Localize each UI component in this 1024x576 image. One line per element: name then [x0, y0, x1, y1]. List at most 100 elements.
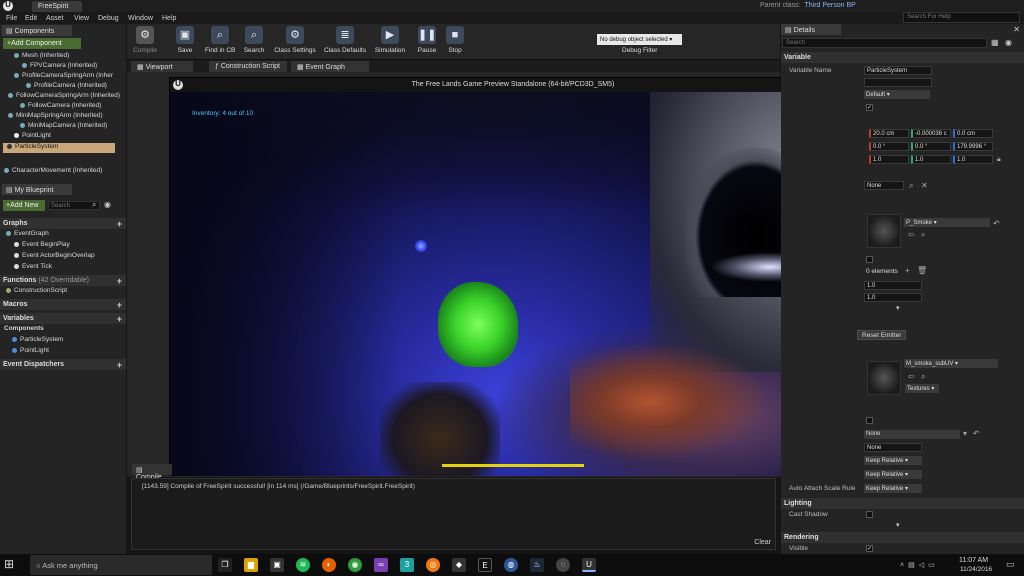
reset-emitter-button[interactable]: Reset Emitter	[857, 330, 907, 340]
template-thumbnail[interactable]	[867, 214, 901, 248]
graph-item-beginplay[interactable]: Event BeginPlay	[0, 241, 120, 251]
game-preview-window[interactable]: U The Free Lands Game Preview Standalone…	[169, 77, 856, 476]
location-x-field[interactable]: 20.0 cm	[869, 129, 909, 138]
system-tray[interactable]: ˄▤◁▭	[900, 561, 939, 569]
add-dispatcher-icon[interactable]: +	[117, 360, 122, 370]
chrome-icon[interactable]: ◉	[348, 558, 362, 572]
debug-object-select[interactable]: No debug object selected ▾	[597, 34, 682, 45]
class-settings-button[interactable]: ⚙ Class Settings	[273, 26, 317, 60]
simulation-button[interactable]: ▶ Simulation	[374, 26, 406, 60]
variables-section-header[interactable]: Variables +	[0, 313, 126, 324]
material-thumbnail[interactable]	[867, 361, 901, 395]
save-button[interactable]: ▣ Save	[175, 26, 195, 60]
unreal-logo-icon[interactable]: U	[3, 1, 13, 11]
clear-icon[interactable]: ✕	[921, 182, 928, 190]
search-icon[interactable]: ⌕	[92, 201, 96, 209]
add-macro-icon[interactable]: +	[117, 300, 122, 310]
close-icon[interactable]: ✕	[1013, 26, 1020, 34]
search-button[interactable]: ⌕ Search	[243, 26, 265, 60]
macros-section-header[interactable]: Macros +	[0, 299, 126, 310]
spotify-icon[interactable]: ≋	[296, 558, 310, 572]
grid-icon[interactable]: ▦	[991, 39, 999, 47]
compile-button[interactable]: ⚙ Compile	[131, 26, 159, 60]
details-tab[interactable]: ▤ Details	[781, 24, 841, 35]
scale-z-field[interactable]: 1.0	[953, 155, 993, 164]
pause-button[interactable]: ❚❚ Pause	[416, 26, 438, 60]
lighting-category[interactable]: Lighting	[781, 498, 1024, 509]
components-tab[interactable]: ▤ Components	[2, 25, 72, 36]
rotation-y-field[interactable]: 0.0 °	[911, 142, 951, 151]
reset-arrow-icon[interactable]: ↶	[993, 220, 1000, 228]
visual-studio-icon[interactable]: ∞	[374, 558, 388, 572]
float-field-a[interactable]: 1.0	[864, 281, 922, 290]
add-element-icon[interactable]: +	[905, 267, 910, 275]
parent-socket-field[interactable]: None	[864, 181, 904, 190]
functions-section-header[interactable]: Functions (42 Overridable) +	[0, 275, 126, 286]
tooltip-field[interactable]	[864, 78, 932, 87]
menu-help[interactable]: Help	[162, 15, 176, 22]
store-icon[interactable]: ▣	[270, 558, 284, 572]
tree-item-profile-spring-arm[interactable]: ProfileCameraSpringArm (Inher	[0, 72, 120, 82]
class-defaults-button[interactable]: ≣ Class Defaults	[323, 26, 367, 60]
tree-item-follow-spring-arm[interactable]: FollowCameraSpringArm (Inherited)	[0, 92, 120, 102]
firefox-icon[interactable]: ◐	[322, 558, 336, 572]
chevron-down-icon[interactable]: ▾	[896, 522, 900, 529]
help-search-input[interactable]: Search For Help	[903, 12, 1020, 23]
delete-elements-icon[interactable]: 🗑︎	[917, 267, 927, 275]
material-asset-dropdown[interactable]: M_smoke_subUV ▾	[904, 359, 998, 368]
attach-socket-field[interactable]: None	[864, 443, 922, 452]
add-function-icon[interactable]: +	[117, 276, 122, 286]
app-disc-icon[interactable]: ◌	[556, 558, 570, 572]
clock-time[interactable]: 11:07 AM	[959, 557, 988, 564]
app-globe-icon[interactable]: ◍	[504, 558, 518, 572]
epic-launcher-icon[interactable]: E	[478, 558, 492, 572]
network-icon[interactable]: ▤	[908, 562, 919, 569]
game-scene[interactable]: Inventory: 4 out of 10	[170, 92, 856, 476]
compiler-results-tab[interactable]: ▤ Compile	[132, 464, 172, 481]
chevron-down-icon[interactable]: ▾	[963, 430, 967, 438]
tab-construction-script[interactable]: ƒ Construction Script	[209, 61, 287, 72]
components-category[interactable]: Components	[0, 325, 120, 335]
app-icon[interactable]: ◆	[452, 558, 466, 572]
rendering-category[interactable]: Rendering	[781, 532, 1024, 543]
visible-checkbox[interactable]	[866, 545, 873, 552]
volume-icon[interactable]: ◁	[919, 562, 928, 569]
rotation-z-field[interactable]: 179.9996 °	[953, 142, 993, 151]
chevron-up-icon[interactable]: ˄	[900, 562, 908, 569]
browse-icon[interactable]: ⌕	[921, 373, 925, 381]
menu-view[interactable]: View	[74, 15, 89, 22]
blender-icon[interactable]: ◎	[426, 558, 440, 572]
lock-icon[interactable]: 🔒︎	[997, 156, 1001, 163]
graph-item-eventgraph[interactable]: EventGraph	[0, 230, 120, 240]
menu-asset[interactable]: Asset	[46, 15, 64, 22]
variable-item-particlesystem[interactable]: ParticleSystem	[0, 336, 120, 346]
game-window-titlebar[interactable]: U The Free Lands Game Preview Standalone…	[170, 78, 856, 92]
function-item-construction-script[interactable]: ConstructionScript	[0, 287, 120, 297]
template-asset-dropdown[interactable]: P_Smoke ▾	[904, 218, 990, 227]
add-component-button[interactable]: +Add Component	[3, 38, 81, 49]
unreal-taskbar-icon[interactable]: U	[582, 558, 596, 572]
location-y-field[interactable]: -0.000036 c	[911, 129, 951, 138]
editable-checkbox[interactable]	[866, 104, 873, 111]
scale-y-field[interactable]: 1.0	[911, 155, 951, 164]
use-selected-arrow-icon[interactable]: ⇦	[908, 231, 915, 239]
graphs-section-header[interactable]: Graphs +	[0, 218, 126, 229]
clock-date[interactable]: 11/24/2016	[960, 566, 992, 573]
menu-debug[interactable]: Debug	[98, 15, 119, 22]
variable-name-field[interactable]: ParticleSystem	[864, 66, 932, 75]
parent-class-value[interactable]: Third Person BP	[804, 2, 855, 9]
tree-item-profile-camera[interactable]: ProfileCamera (Inherited)	[0, 82, 120, 92]
tree-item-mesh[interactable]: Mesh (Inherited)	[0, 52, 120, 62]
steam-icon[interactable]: ♨	[530, 558, 544, 572]
tree-item-pointlight[interactable]: PointLight	[0, 132, 120, 142]
textures-dropdown[interactable]: Textures ▾	[905, 384, 939, 393]
tab-viewport[interactable]: ▦ Viewport	[131, 61, 193, 72]
location-rule-dropdown[interactable]: Keep Relative ▾	[864, 456, 922, 465]
cast-shadow-checkbox[interactable]	[866, 511, 873, 518]
tree-item-follow-camera[interactable]: FollowCamera (Inherited)	[0, 102, 120, 112]
attach-parent-dropdown[interactable]: None	[864, 430, 960, 439]
reset-arrow-icon[interactable]: ↶	[973, 430, 980, 438]
add-new-button[interactable]: +Add New	[3, 200, 45, 211]
graph-item-tick[interactable]: Event Tick	[0, 263, 120, 273]
compiler-output-log[interactable]: [1143.59] Compile of FreeSpirit successf…	[131, 478, 776, 550]
